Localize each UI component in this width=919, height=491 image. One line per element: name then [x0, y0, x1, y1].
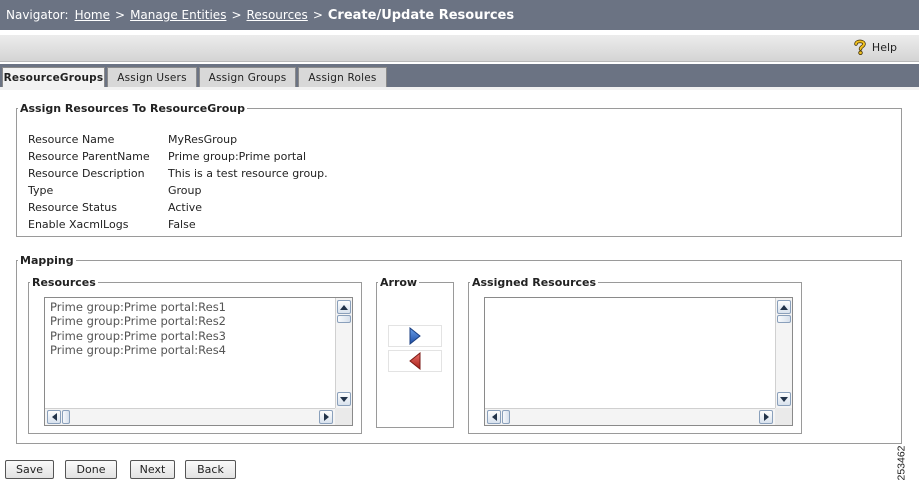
tab-underline	[0, 87, 919, 90]
scroll-corner	[335, 408, 352, 425]
back-button[interactable]: Back	[185, 460, 236, 479]
chevron-up-icon	[340, 304, 348, 310]
scroll-down-button[interactable]	[337, 392, 351, 406]
tab-assign-groups[interactable]: Assign Groups	[199, 67, 296, 88]
chevron-left-icon	[491, 413, 497, 421]
detail-value: Active	[168, 201, 203, 214]
breadcrumb-manage-entities-link[interactable]: Manage Entities	[130, 8, 226, 22]
tab-bar: ResourceGroups Assign Users Assign Group…	[0, 64, 919, 89]
breadcrumb-home-link[interactable]: Home	[75, 8, 110, 22]
assigned-resources-listbox[interactable]	[484, 297, 793, 426]
resources-legend: Resources	[32, 276, 96, 289]
add-resource-button[interactable]	[388, 325, 442, 347]
detail-value: Group	[168, 184, 202, 197]
list-item[interactable]: Prime group:Prime portal:Res1	[50, 300, 335, 314]
tab-assign-roles[interactable]: Assign Roles	[298, 67, 387, 88]
scroll-left-button[interactable]	[487, 410, 501, 424]
chevron-left-icon	[51, 413, 57, 421]
mapping-legend: Mapping	[20, 254, 74, 267]
scroll-up-button[interactable]	[777, 300, 791, 314]
detail-label: Resource Description	[28, 167, 145, 180]
done-button[interactable]: Done	[65, 460, 117, 479]
arrow-right-icon	[409, 327, 421, 345]
detail-label: Type	[28, 184, 54, 197]
scroll-up-button[interactable]	[337, 300, 351, 314]
horizontal-scrollbar[interactable]	[45, 408, 335, 425]
help-label: Help	[871, 40, 897, 54]
detail-value: Prime group:Prime portal	[168, 150, 306, 163]
toolbar: Help	[0, 35, 919, 62]
scroll-corner	[775, 408, 792, 425]
resources-listbox[interactable]: Prime group:Prime portal:Res1 Prime grou…	[44, 297, 353, 426]
breadcrumb-resources-link[interactable]: Resources	[247, 8, 308, 22]
horizontal-scrollbar[interactable]	[485, 408, 775, 425]
detail-label: Enable XacmlLogs	[28, 218, 129, 231]
next-button[interactable]: Next	[130, 460, 175, 479]
help-link[interactable]: Help	[853, 39, 897, 55]
scroll-right-button[interactable]	[319, 410, 333, 424]
scroll-left-button[interactable]	[47, 410, 61, 424]
list-item[interactable]: Prime group:Prime portal:Res3	[50, 329, 335, 343]
detail-value: False	[168, 218, 196, 231]
vertical-scrollbar[interactable]	[335, 298, 352, 408]
chevron-right-icon	[763, 413, 769, 421]
figure-id-label: 253462	[896, 440, 913, 486]
remove-resource-button[interactable]	[388, 350, 442, 372]
scroll-right-button[interactable]	[759, 410, 773, 424]
breadcrumb-separator: >	[231, 8, 242, 22]
list-item[interactable]: Prime group:Prime portal:Res4	[50, 343, 335, 357]
tab-resource-groups[interactable]: ResourceGroups	[2, 67, 105, 89]
navigator-bar: Navigator: Home > Manage Entities > Reso…	[0, 0, 919, 30]
scroll-thumb[interactable]	[62, 410, 70, 424]
arrow-legend: Arrow	[380, 276, 418, 289]
chevron-down-icon	[780, 396, 788, 402]
list-item[interactable]: Prime group:Prime portal:Res2	[50, 314, 335, 328]
save-button[interactable]: Save	[5, 460, 54, 479]
breadcrumb-separator: >	[115, 8, 126, 22]
breadcrumb-separator: >	[312, 8, 323, 22]
navigator-label: Navigator:	[6, 8, 69, 22]
page-title: Create/Update Resources	[327, 7, 515, 23]
chevron-right-icon	[323, 413, 329, 421]
chevron-down-icon	[340, 396, 348, 402]
detail-value: MyResGroup	[168, 133, 238, 146]
scroll-thumb[interactable]	[777, 315, 791, 323]
arrow-left-icon	[409, 352, 421, 370]
scroll-down-button[interactable]	[777, 392, 791, 406]
detail-label: Resource Status	[28, 201, 117, 214]
assigned-resources-legend: Assigned Resources	[472, 276, 597, 289]
vertical-scrollbar[interactable]	[775, 298, 792, 408]
chevron-up-icon	[780, 304, 788, 310]
detail-label: Resource ParentName	[28, 150, 150, 163]
resource-details-legend: Assign Resources To ResourceGroup	[20, 102, 245, 115]
detail-value: This is a test resource group.	[168, 167, 328, 180]
tab-assign-users[interactable]: Assign Users	[107, 67, 197, 88]
detail-label: Resource Name	[28, 133, 115, 146]
question-mark-icon	[854, 39, 866, 55]
figure-id: 253462	[895, 445, 908, 481]
scroll-thumb[interactable]	[502, 410, 510, 424]
scroll-thumb[interactable]	[337, 315, 351, 323]
